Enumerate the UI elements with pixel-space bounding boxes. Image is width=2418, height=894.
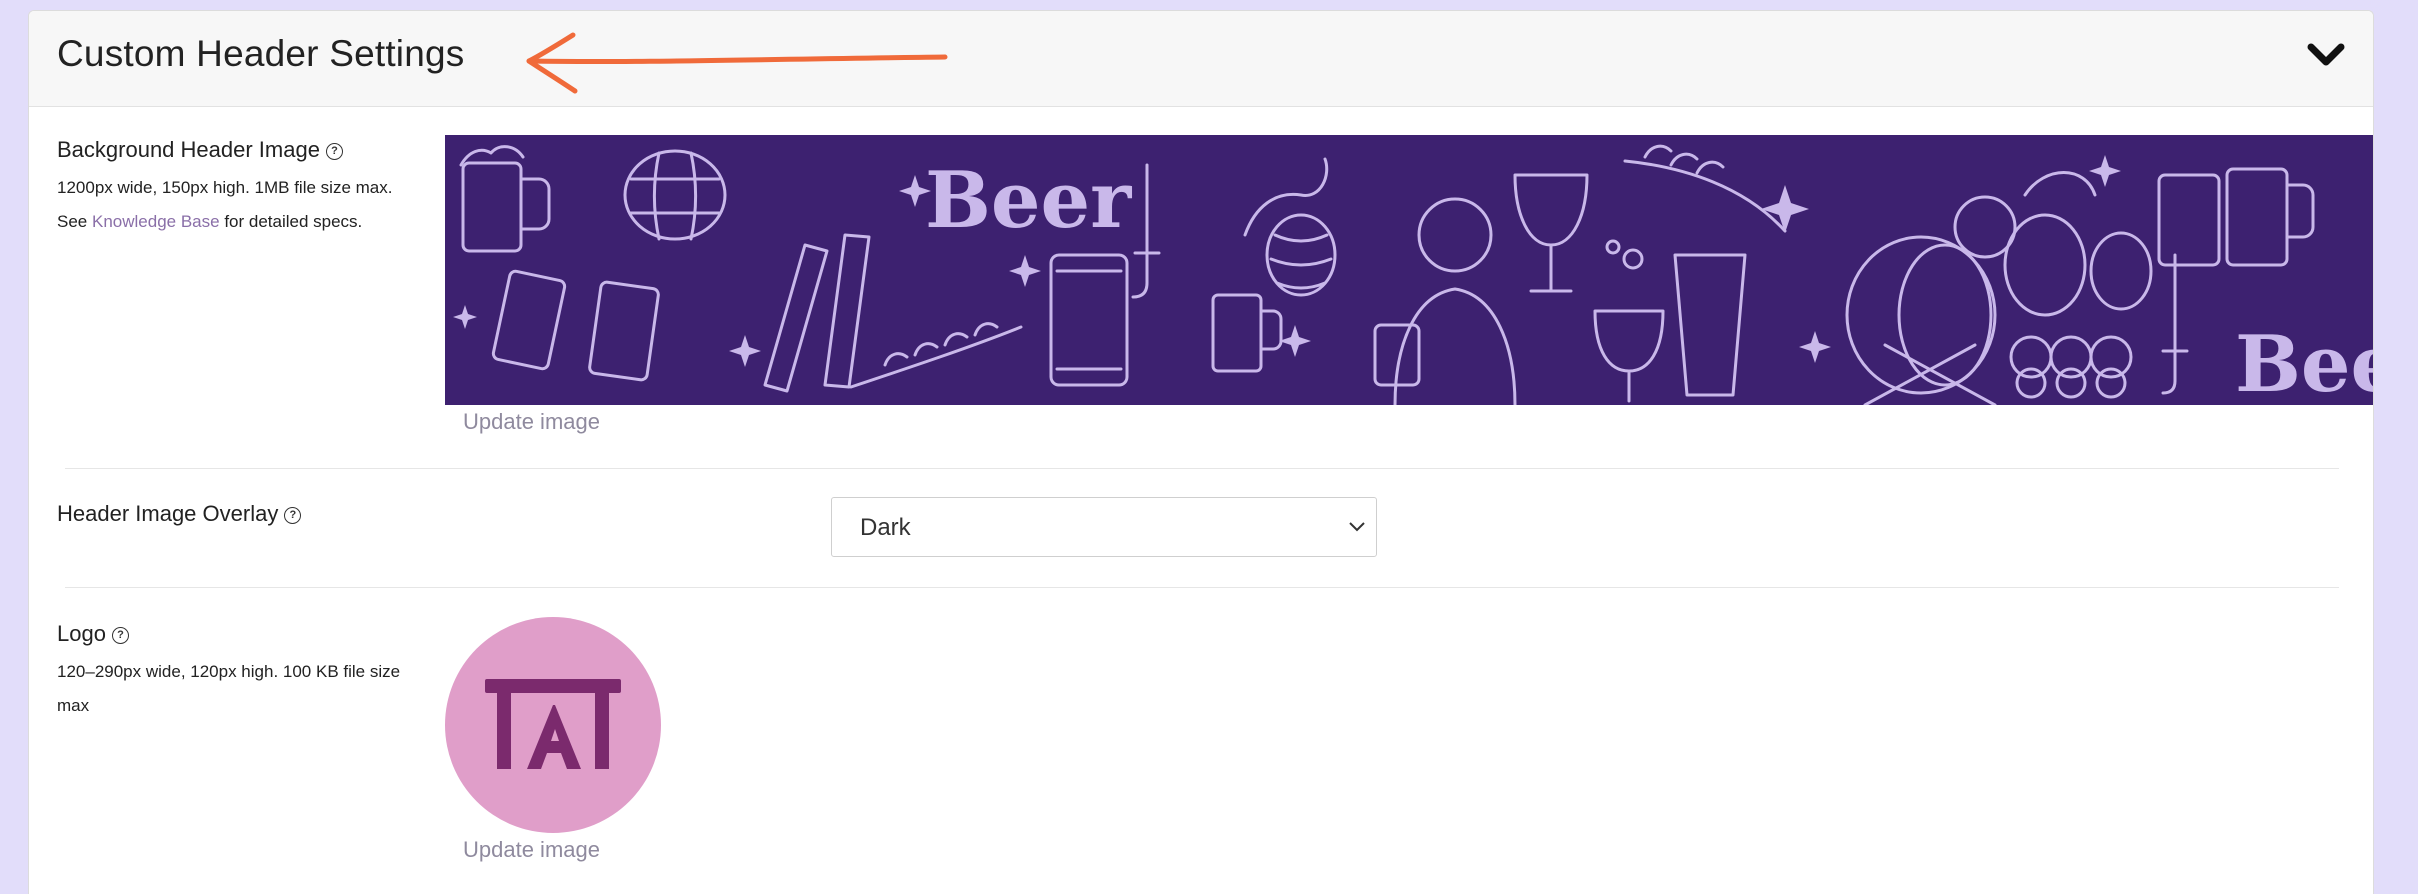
divider	[65, 468, 2339, 469]
header-overlay-label: Header Image Overlay?	[57, 501, 302, 527]
knowledge-base-link[interactable]: Knowledge Base	[92, 212, 220, 231]
background-header-description: 1200px wide, 150px high. 1MB file size m…	[57, 171, 417, 239]
overlay-select[interactable]: Dark	[831, 497, 1377, 557]
collapse-button[interactable]	[2303, 33, 2349, 79]
panel-header[interactable]: Custom Header Settings	[29, 11, 2373, 107]
background-header-label: Background Header Image?	[57, 137, 343, 163]
chevron-down-icon	[2307, 43, 2345, 66]
tat-logo-mark	[485, 679, 621, 769]
help-icon[interactable]: ?	[325, 142, 343, 160]
update-logo-link[interactable]: Update image	[463, 837, 600, 863]
logo-image	[445, 617, 661, 833]
help-icon[interactable]: ?	[111, 626, 129, 644]
logo-description: 120–290px wide, 120px high. 100 KB file …	[57, 662, 401, 715]
help-icon[interactable]: ?	[284, 506, 302, 524]
update-background-image-link[interactable]: Update image	[463, 409, 600, 435]
background-header-image: Beer Beer	[445, 135, 2374, 410]
chevron-down-icon	[1349, 522, 1365, 532]
overlay-select-value: Dark	[860, 514, 911, 541]
annotation-arrow	[526, 32, 948, 94]
see-suffix: for detailed specs.	[224, 212, 363, 231]
divider	[65, 587, 2339, 588]
banner-beer-text-2: Beer	[2235, 319, 2374, 405]
see-prefix: See	[57, 212, 88, 231]
custom-header-settings-panel: Custom Header Settings Background Header…	[28, 10, 2374, 894]
banner-beer-text: Beer	[925, 155, 1132, 246]
logo-label: Logo?	[57, 621, 129, 647]
beer-pattern-illustration: Beer Beer	[453, 144, 2374, 410]
background-spec-text: 1200px wide, 150px high. 1MB file size m…	[57, 178, 393, 197]
panel-title: Custom Header Settings	[57, 33, 465, 74]
